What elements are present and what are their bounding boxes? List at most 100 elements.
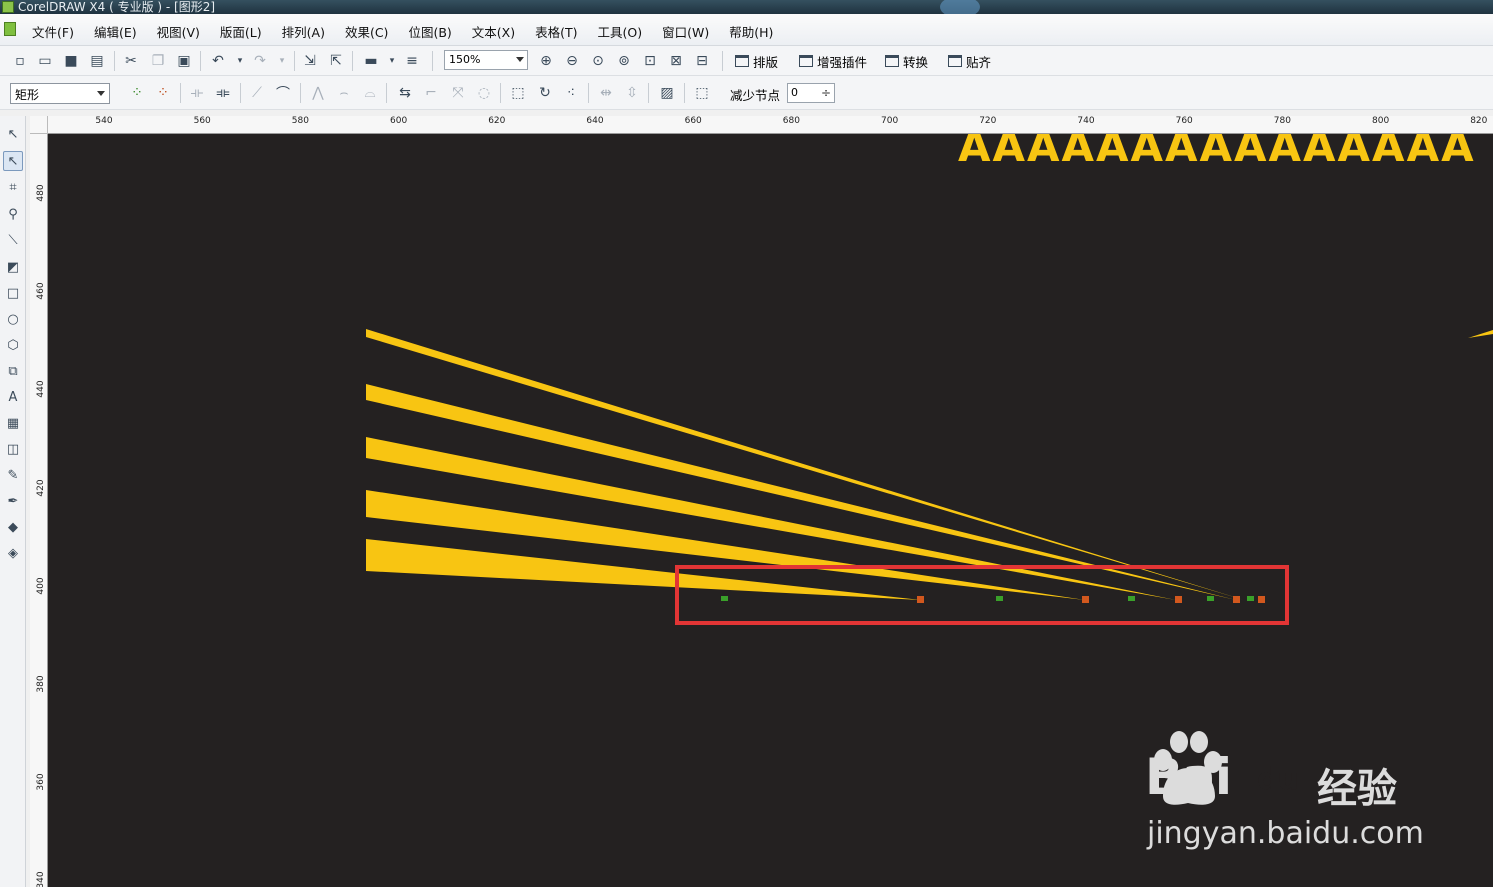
rectangle-tool-icon[interactable]: □ [3,283,23,303]
table-tool-icon[interactable]: ▦ [3,413,23,433]
menu-arrange[interactable]: 排列(A) [272,22,335,41]
drawing-canvas[interactable]: AAAAAAAAAAAAAAA Bai du 经验 jingyan.baidu.… [48,134,1493,887]
undo-icon[interactable]: ↶ [208,51,228,71]
shape-type-select[interactable]: 矩形 [10,83,110,104]
selection-nodes[interactable] [721,596,1265,603]
new-icon[interactable]: ▫ [10,51,30,71]
welcome-screen-icon[interactable]: ≡ [402,51,422,71]
zoom-tool-icon[interactable]: ⚲ [3,204,23,224]
print-icon[interactable]: ▤ [87,51,107,71]
auto-close-icon[interactable]: ◌ [474,83,494,103]
zoom-selected-icon[interactable]: ⊙ [588,51,608,71]
copy-icon[interactable]: ❐ [148,51,168,71]
shape-tool-icon[interactable]: ↖ [3,151,23,171]
cusp-node-icon[interactable]: ⋀ [308,83,328,103]
menu-effects[interactable]: 效果(C) [335,22,398,41]
zoom-in-icon[interactable]: ⊕ [536,51,556,71]
title-bar: CorelDRAW X4 ( 专业版 ) - [图形2] [0,0,1493,14]
convert-plugin-button[interactable]: 转换 [885,51,928,71]
smooth-node-icon[interactable]: ⌢ [334,83,354,103]
join-nodes-icon[interactable]: ⟛ [187,83,207,103]
break-curve-icon[interactable]: ⟚ [213,83,233,103]
zoom-page-icon[interactable]: ⊡ [640,51,660,71]
layout-plugin-button[interactable]: 排版 [735,51,778,71]
align-nodes-icon[interactable]: ⁖ [561,83,581,103]
ellipse-tool-icon[interactable]: ○ [3,309,23,329]
snap-plugin-button[interactable]: 贴齐 [948,51,991,71]
reverse-direction-icon[interactable]: ⇆ [395,83,415,103]
interactive-blend-tool-icon[interactable]: ◫ [3,439,23,459]
add-node-icon[interactable]: ⁘ [127,83,147,103]
document-icon[interactable] [4,22,16,36]
zoom-page-width-icon[interactable]: ⊠ [666,51,686,71]
enhance-plugin-button[interactable]: 增强插件 [799,51,867,71]
ruler-corner[interactable] [30,116,48,134]
cut-icon[interactable]: ✂ [121,51,141,71]
smart-fill-tool-icon[interactable]: ◩ [3,257,23,277]
node-marker[interactable] [1247,596,1254,601]
convert-to-line-icon[interactable]: ⟋ [247,83,267,103]
launcher-dropdown-icon[interactable]: ▾ [382,51,402,71]
select-all-nodes-icon[interactable]: ⬚ [692,83,712,103]
zoom-out-icon[interactable]: ⊖ [562,51,582,71]
outline-tool-icon[interactable]: ✒ [3,491,23,511]
spinner-icon[interactable]: ÷ [821,86,831,100]
vertical-ruler[interactable]: 480 460 440 420 400 380 360 340 [30,134,48,887]
extract-subpath-icon[interactable]: ⤧ [448,83,468,103]
menu-table[interactable]: 表格(T) [525,22,587,41]
import-icon[interactable]: ⇲ [300,51,320,71]
redo-icon[interactable]: ↷ [250,51,270,71]
freehand-tool-icon[interactable]: ⟍ [3,230,23,250]
mirror-horizontal-icon[interactable]: ⇹ [596,83,616,103]
horizontal-ruler[interactable]: 540 560 580 600 620 640 660 680 700 720 740 760 780 8… [48,116,1493,134]
menu-window[interactable]: 窗口(W) [652,22,719,41]
eyedropper-tool-icon[interactable]: ✎ [3,465,23,485]
menu-help[interactable]: 帮助(H) [719,22,783,41]
fill-tool-icon[interactable]: ◆ [3,517,23,537]
redo-dropdown-icon[interactable]: ▾ [272,51,292,71]
node-marker[interactable] [1128,596,1135,601]
zoom-all-objects-icon[interactable]: ⊚ [614,51,634,71]
node-marker[interactable] [917,596,924,603]
polygon-tool-icon[interactable]: ⬡ [3,335,23,355]
node-marker[interactable] [1082,596,1089,603]
menu-view[interactable]: 视图(V) [147,22,210,41]
crop-tool-icon[interactable]: ⌗ [3,177,23,197]
stretch-scale-icon[interactable]: ⬚ [508,83,528,103]
reduce-nodes-input[interactable]: 0 ÷ [787,83,835,103]
node-marker[interactable] [1233,596,1240,603]
menu-tools[interactable]: 工具(O) [588,22,653,41]
text-tool-icon[interactable]: A [3,387,23,407]
paste-icon[interactable]: ▣ [174,51,194,71]
pick-tool-icon[interactable]: ↖ [3,124,23,144]
save-icon[interactable]: ■ [61,51,81,71]
node-marker[interactable] [1258,596,1265,603]
wedge-shapes[interactable] [366,329,1493,600]
extend-curve-icon[interactable]: ⌐ [421,83,441,103]
symmetrical-node-icon[interactable]: ⌓ [360,83,380,103]
rotate-skew-icon[interactable]: ↻ [535,83,555,103]
zoom-level-select[interactable]: 150% [444,50,528,70]
node-marker[interactable] [721,596,728,601]
convert-to-curve-icon[interactable]: ⌒ [273,83,293,103]
undo-dropdown-icon[interactable]: ▾ [230,51,250,71]
zoom-page-height-icon[interactable]: ⊟ [692,51,712,71]
ruler-label: 700 [881,116,899,126]
menu-layout[interactable]: 版面(L) [210,22,272,41]
shape-type-value: 矩形 [15,88,40,102]
menu-text[interactable]: 文本(X) [462,22,525,41]
node-marker[interactable] [1175,596,1182,603]
node-marker[interactable] [1207,596,1214,601]
menu-file[interactable]: 文件(F) [22,22,84,41]
elastic-mode-icon[interactable]: ▨ [657,83,677,103]
open-icon[interactable]: ▭ [35,51,55,71]
delete-node-icon[interactable]: ⁘ [153,83,173,103]
export-icon[interactable]: ⇱ [326,51,346,71]
menu-edit[interactable]: 编辑(E) [84,22,147,41]
node-marker[interactable] [996,596,1003,601]
mirror-vertical-icon[interactable]: ⇳ [622,83,642,103]
application-launcher-icon[interactable]: ▬ [361,51,381,71]
interactive-fill-tool-icon[interactable]: ◈ [3,543,23,563]
basic-shapes-tool-icon[interactable]: ⧉ [3,361,23,381]
menu-bitmaps[interactable]: 位图(B) [398,22,461,41]
